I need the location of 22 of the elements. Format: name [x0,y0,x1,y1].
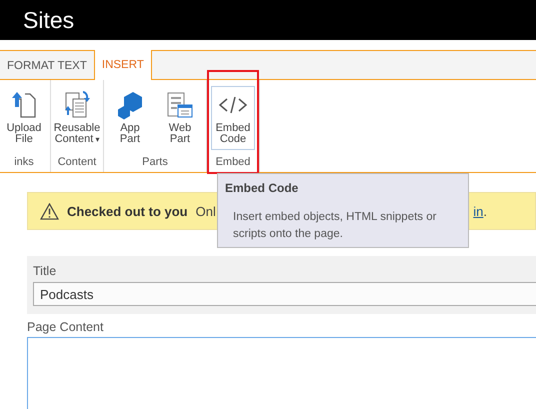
tooltip-title: Embed Code [225,181,300,195]
field-label: Page Content [27,320,104,334]
tooltip-text: Insert embed objects, HTML snippets or scripts onto the page. [232,210,438,242]
warning-icon [40,202,59,220]
ribbon-button[interactable]: Upload File [2,86,46,150]
group-label: Content [58,156,96,168]
banner-text: Onl [196,204,216,218]
content-editor[interactable] [27,337,536,409]
ribbon-button[interactable]: Web Part [158,86,202,150]
banner-text: . [483,204,487,218]
group-label: Embed [216,156,250,168]
title-input[interactable]: Podcasts [33,282,536,306]
ribbon-button[interactable]: Embed Code [211,86,255,150]
site-title: Sites [23,6,74,34]
group-label: Parts [142,156,168,168]
field-label: Title [33,264,58,278]
group-label: inks [14,156,34,168]
ribbon-button[interactable]: Reusable Content ▾ [55,86,99,150]
ribbon-button[interactable]: App Part [108,86,152,150]
banner-title: Checked out to you [67,204,188,218]
ribbon-tab[interactable]: FORMAT TEXT [0,51,94,80]
check-in-link[interactable]: in [473,204,484,218]
